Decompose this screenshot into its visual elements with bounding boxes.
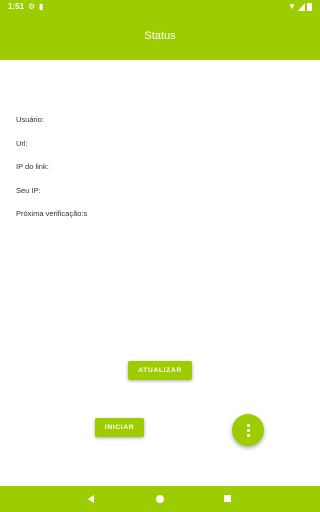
more-vert-icon-dot xyxy=(246,428,250,432)
battery-icon xyxy=(307,3,312,11)
usuario-label: Usuário: xyxy=(16,115,44,124)
seu-ip-label: Seu IP: xyxy=(16,185,41,195)
navigation-bar xyxy=(0,486,320,512)
atualizar-button[interactable]: ATUALIZAR xyxy=(128,361,192,380)
back-icon[interactable] xyxy=(88,495,94,503)
url-label: Url: xyxy=(16,138,28,148)
recents-icon[interactable] xyxy=(224,495,231,502)
gear-icon: ⚙ xyxy=(28,2,36,11)
status-time: 1:51 xyxy=(8,2,25,11)
more-vert-icon-dot xyxy=(246,433,250,437)
app-bar: Status xyxy=(0,14,320,60)
ip-link-label: IP do link: xyxy=(16,162,49,171)
status-bar: 1:51 ⚙ ▮ ▼ xyxy=(0,0,320,14)
wifi-icon: ▼ xyxy=(288,2,296,11)
iniciar-button[interactable]: INICIAR xyxy=(95,418,144,437)
home-icon[interactable] xyxy=(156,495,164,503)
page-title: Status xyxy=(144,30,176,42)
cell-signal-icon xyxy=(298,3,305,11)
proxima-verificacao-label: Próxima verificação:s xyxy=(16,209,88,218)
more-vert-icon xyxy=(246,423,250,427)
clipboard-icon: ▮ xyxy=(39,2,44,11)
status-info: Usuário: Url: IP do link: Seu IP: Próxim… xyxy=(16,115,87,233)
more-options-fab[interactable] xyxy=(232,414,264,446)
